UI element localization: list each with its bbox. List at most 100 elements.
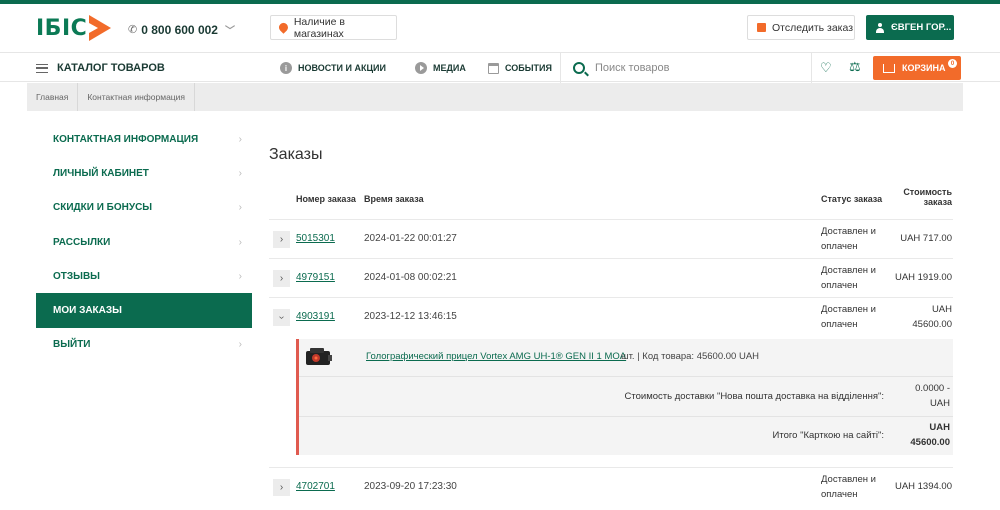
column-header-number: Номер заказа [296, 194, 356, 204]
breadcrumb-home[interactable]: Главная [27, 83, 79, 111]
order-time: 2024-01-22 00:01:27 [364, 233, 457, 244]
product-meta: шт. | Код товара: 45600.00 UAH [621, 351, 760, 362]
shipping-value-line1: 0.0000 - [915, 383, 950, 394]
location-pin-icon [277, 21, 290, 34]
table-row: › 4903191 2023-12-12 13:46:15 Доставлен … [269, 297, 953, 335]
divider [299, 376, 953, 377]
user-account-button[interactable]: ЄВГЕН ГОР... [866, 15, 954, 40]
sidebar-item-discounts[interactable]: СКИДКИ И БОНУСЫ › [36, 191, 252, 225]
product-link[interactable]: Голографический прицел Vortex AMG UH-1® … [366, 351, 626, 362]
phone-icon: ✆ [128, 24, 138, 36]
table-row: › 4979151 2024-01-08 00:02:21 Доставлен … [269, 258, 953, 296]
column-header-cost-line2: заказа [923, 197, 952, 207]
cart-button[interactable]: КОРЗИНА 0 [873, 56, 961, 80]
nav-media[interactable]: МЕДИА [415, 53, 466, 83]
order-time: 2024-01-08 00:02:21 [364, 272, 457, 283]
order-number-link[interactable]: 4903191 [296, 311, 335, 322]
chevron-right-icon: › [238, 236, 242, 248]
calendar-icon [488, 62, 499, 74]
chevron-down-icon: ﹀ [224, 26, 235, 37]
order-cost: UAH 1394.00 [894, 481, 952, 492]
nav-bar: КАТАЛОГ ТОВАРОВ i НОВОСТИ И АКЦИИ МЕДИА … [0, 52, 1000, 83]
shipping-value-line2: UAH [929, 398, 950, 409]
nav-media-label: МЕДИА [433, 63, 466, 73]
total-value: UAH 45600.00 [890, 420, 950, 450]
catalog-menu-button[interactable]: КАТАЛОГ ТОВАРОВ [36, 53, 165, 83]
chevron-right-icon: › [238, 339, 242, 351]
column-header-time: Время заказа [364, 194, 424, 204]
order-cost-line1: UAH [931, 304, 952, 315]
stores-availability-button[interactable]: Наличие в магазинах [270, 15, 397, 40]
info-icon: i [280, 62, 292, 74]
sidebar-item-newsletters[interactable]: РАССЫЛКИ › [36, 225, 252, 259]
sidebar-item-personal-cabinet[interactable]: ЛИЧНЫЙ КАБИНЕТ › [36, 156, 252, 190]
compare-scales-icon[interactable]: ⚖ [849, 60, 861, 73]
order-status-line2: оплачен [821, 241, 858, 252]
order-status-line1: Доставлен и [821, 226, 876, 237]
user-icon [875, 22, 885, 33]
order-detail-panel: Голографический прицел Vortex AMG UH-1® … [296, 339, 953, 455]
order-status: Доставлен и оплачен [821, 224, 887, 254]
phone-label: 0 800 600 002 [141, 22, 218, 37]
sidebar-item-label: ОТЗЫВЫ [53, 270, 100, 282]
sidebar-item-label: РАССЫЛКИ [53, 236, 111, 248]
sidebar-item-label: КОНТАКТНАЯ ИНФОРМАЦИЯ [53, 133, 199, 145]
cart-label: КОРЗИНА [902, 63, 946, 73]
search-input[interactable] [595, 62, 795, 74]
sidebar-item-label: СКИДКИ И БОНУСЫ [53, 202, 153, 214]
sidebar-item-label: МОИ ЗАКАЗЫ [53, 305, 122, 317]
hamburger-icon [36, 63, 48, 73]
wishlist-heart-icon[interactable]: ♡ [820, 61, 832, 74]
sidebar-item-contact-info[interactable]: КОНТАКТНАЯ ИНФОРМАЦИЯ › [36, 122, 252, 156]
table-row: › 4702701 2023-09-20 17:23:30 Доставлен … [269, 467, 953, 505]
sidebar-item-my-orders[interactable]: МОИ ЗАКАЗЫ › [36, 293, 252, 328]
package-icon [757, 23, 766, 32]
nav-events[interactable]: СОБЫТИЯ [488, 53, 552, 83]
page-title: Заказы [269, 146, 323, 163]
divider [299, 416, 953, 417]
order-status-line2: оплачен [821, 319, 858, 330]
account-sidebar: КОНТАКТНАЯ ИНФОРМАЦИЯ › ЛИЧНЫЙ КАБИНЕТ ›… [36, 122, 252, 362]
order-status-line2: оплачен [821, 280, 858, 291]
collapse-chevron-icon[interactable]: › [273, 309, 290, 326]
expand-chevron-icon[interactable]: › [273, 231, 290, 248]
order-status-line2: оплачен [821, 489, 858, 500]
column-header-cost: Стоимость заказа [903, 187, 952, 207]
total-label: Итого "Карткою на сайті": [772, 430, 884, 441]
breadcrumb: Главная Контактная информация [27, 83, 963, 111]
chevron-right-icon: › [238, 167, 242, 179]
cart-count-badge: 0 [948, 59, 957, 68]
total-value-line1: UAH [929, 422, 950, 433]
logo[interactable]: ІБІС [36, 15, 112, 41]
cart-icon [883, 63, 895, 73]
breadcrumb-contact-info[interactable]: Контактная информация [78, 83, 196, 111]
track-order-button[interactable]: Отследить заказ [747, 15, 855, 40]
order-number-link[interactable]: 4979151 [296, 272, 335, 283]
order-cost-line2: 45600.00 [912, 319, 952, 330]
search-icon[interactable] [573, 62, 585, 74]
sidebar-item-reviews[interactable]: ОТЗЫВЫ › [36, 259, 252, 293]
order-status-line1: Доставлен и [821, 474, 876, 485]
column-header-cost-line1: Стоимость [903, 187, 952, 197]
expand-chevron-icon[interactable]: › [273, 479, 290, 496]
order-cost: UAH 45600.00 [912, 302, 952, 332]
order-number-link[interactable]: 4702701 [296, 481, 335, 492]
nav-news[interactable]: i НОВОСТИ И АКЦИИ [280, 53, 386, 83]
phone-number[interactable]: ✆ 0 800 600 002 ﹀ [128, 22, 235, 38]
sidebar-item-logout[interactable]: ВЫЙТИ › [36, 328, 252, 362]
order-time: 2023-12-12 13:46:15 [364, 311, 457, 322]
search-bar [560, 53, 812, 83]
product-thumbnail [306, 348, 332, 365]
order-number-link[interactable]: 5015301 [296, 233, 335, 244]
expand-chevron-icon[interactable]: › [273, 270, 290, 287]
nav-news-label: НОВОСТИ И АКЦИИ [298, 63, 386, 73]
chevron-right-icon: › [238, 133, 242, 145]
order-status-line1: Доставлен и [821, 304, 876, 315]
nav-events-label: СОБЫТИЯ [505, 63, 552, 73]
chevron-right-icon: › [238, 202, 242, 214]
top-header: ІБІС ✆ 0 800 600 002 ﹀ Наличие в магазин… [0, 4, 1000, 50]
order-status: Доставлен и оплачен [821, 263, 887, 293]
catalog-label: КАТАЛОГ ТОВАРОВ [57, 62, 165, 74]
table-row: › 5015301 2024-01-22 00:01:27 Доставлен … [269, 219, 953, 257]
track-button-label: Отследить заказ [772, 21, 854, 34]
